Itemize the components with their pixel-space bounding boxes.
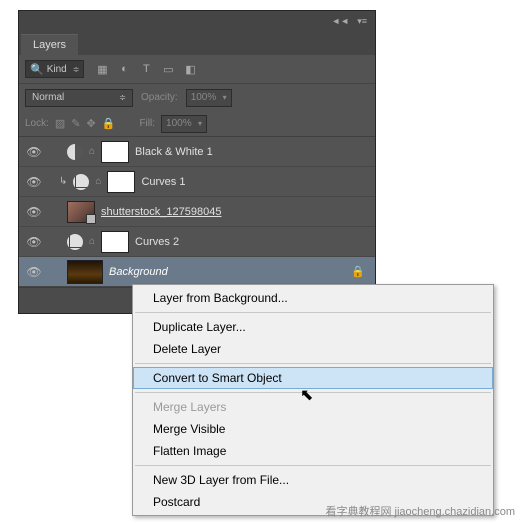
search-icon: 🔍 <box>30 63 44 76</box>
panel-header: ◄◄ ▾≡ <box>19 11 375 31</box>
visibility-icon[interactable]: 👁 <box>23 205 45 219</box>
visibility-icon[interactable]: 👁 <box>23 265 45 279</box>
layer-thumb[interactable] <box>67 201 95 223</box>
watermark: 看字典教程网 jiaocheng.chazidian.com <box>325 503 515 519</box>
panel-menu-icon[interactable]: ▾≡ <box>357 16 367 27</box>
layer-name[interactable]: Black & White 1 <box>135 146 213 158</box>
ctx-separator <box>135 392 491 393</box>
layer-name[interactable]: Curves 1 <box>141 176 185 188</box>
chevron-down-icon: ▾ <box>198 119 202 128</box>
chevron-down-icon: ▾ <box>223 93 227 102</box>
ctx-convert-smart-object[interactable]: Convert to Smart Object <box>133 367 493 389</box>
mask-thumb[interactable] <box>101 141 129 163</box>
fill-value: 100% <box>166 118 192 129</box>
visibility-icon[interactable]: 👁 <box>23 235 45 249</box>
lock-all-icon[interactable]: 🔒 <box>102 117 116 130</box>
clip-icon: ↳ <box>59 176 67 187</box>
layer-item-background[interactable]: 👁 Background 🔒 <box>19 257 375 287</box>
context-menu: Layer from Background... Duplicate Layer… <box>132 284 494 516</box>
ctx-merge-layers: Merge Layers <box>133 396 493 418</box>
ctx-separator <box>135 312 491 313</box>
fill-input[interactable]: 100% ▾ <box>161 115 207 133</box>
link-icon: ⌂ <box>95 176 101 187</box>
blend-mode-value: Normal <box>32 92 64 103</box>
chevron-down-icon: ≑ <box>73 65 80 74</box>
link-icon: ⌂ <box>89 146 95 157</box>
filter-pixel-icon[interactable]: ▦ <box>94 61 110 77</box>
visibility-icon[interactable]: 👁 <box>23 175 45 189</box>
layers-panel: ◄◄ ▾≡ Layers 🔍 Kind ≑ ▦ ◐ T ▭ ◧ Normal ≑… <box>18 10 376 314</box>
layer-item-curves2[interactable]: 👁 ⌂ Curves 2 <box>19 227 375 257</box>
layer-item-curves1[interactable]: 👁 ↳ ⌂ Curves 1 <box>19 167 375 197</box>
filter-smart-icon[interactable]: ◧ <box>182 61 198 77</box>
tab-layers[interactable]: Layers <box>21 34 78 55</box>
opacity-label: Opacity: <box>141 92 178 103</box>
layer-thumb[interactable] <box>67 260 103 284</box>
mask-thumb[interactable] <box>107 171 135 193</box>
adjustment-icon <box>73 174 89 190</box>
kind-label: Kind <box>47 64 67 75</box>
visibility-icon[interactable]: 👁 <box>23 145 45 159</box>
lock-pixels-icon[interactable]: ✎ <box>71 117 80 130</box>
ctx-delete-layer[interactable]: Delete Layer <box>133 338 493 360</box>
chevron-down-icon: ≑ <box>119 93 126 102</box>
ctx-merge-visible[interactable]: Merge Visible <box>133 418 493 440</box>
blend-row: Normal ≑ Opacity: 100% ▾ <box>19 83 375 111</box>
kind-filter-select[interactable]: 🔍 Kind ≑ <box>25 60 84 78</box>
ctx-new-3d-layer[interactable]: New 3D Layer from File... <box>133 469 493 491</box>
filter-adjust-icon[interactable]: ◐ <box>116 61 132 77</box>
layer-list: 👁 ⌂ Black & White 1 👁 ↳ ⌂ Curves 1 👁 shu… <box>19 137 375 287</box>
filter-row: 🔍 Kind ≑ ▦ ◐ T ▭ ◧ <box>19 55 375 83</box>
opacity-value: 100% <box>191 92 217 103</box>
blend-mode-select[interactable]: Normal ≑ <box>25 89 133 107</box>
lock-icon: 🔒 <box>351 265 365 278</box>
collapse-icon[interactable]: ◄◄ <box>331 16 349 26</box>
adjustment-icon <box>67 144 83 160</box>
layer-name[interactable]: shutterstock_127598045 <box>101 206 221 218</box>
mask-thumb[interactable] <box>101 231 129 253</box>
ctx-flatten-image[interactable]: Flatten Image <box>133 440 493 462</box>
ctx-duplicate-layer[interactable]: Duplicate Layer... <box>133 316 493 338</box>
layer-name[interactable]: Curves 2 <box>135 236 179 248</box>
layer-item-bw[interactable]: 👁 ⌂ Black & White 1 <box>19 137 375 167</box>
ctx-separator <box>135 363 491 364</box>
layer-name[interactable]: Background <box>109 266 168 278</box>
lock-transparency-icon[interactable]: ▨ <box>55 117 65 130</box>
fill-label: Fill: <box>139 118 155 129</box>
lock-row: Lock: ▨ ✎ ✥ 🔒 Fill: 100% ▾ <box>19 111 375 137</box>
link-icon: ⌂ <box>89 236 95 247</box>
layer-item-photo[interactable]: 👁 shutterstock_127598045 <box>19 197 375 227</box>
lock-position-icon[interactable]: ✥ <box>87 117 96 130</box>
opacity-input[interactable]: 100% ▾ <box>186 89 232 107</box>
ctx-layer-from-bg[interactable]: Layer from Background... <box>133 287 493 309</box>
filter-type-icon[interactable]: T <box>138 61 154 77</box>
lock-label: Lock: <box>25 118 49 129</box>
filter-shape-icon[interactable]: ▭ <box>160 61 176 77</box>
ctx-separator <box>135 465 491 466</box>
panel-tabs: Layers <box>19 31 375 55</box>
adjustment-icon <box>67 234 83 250</box>
